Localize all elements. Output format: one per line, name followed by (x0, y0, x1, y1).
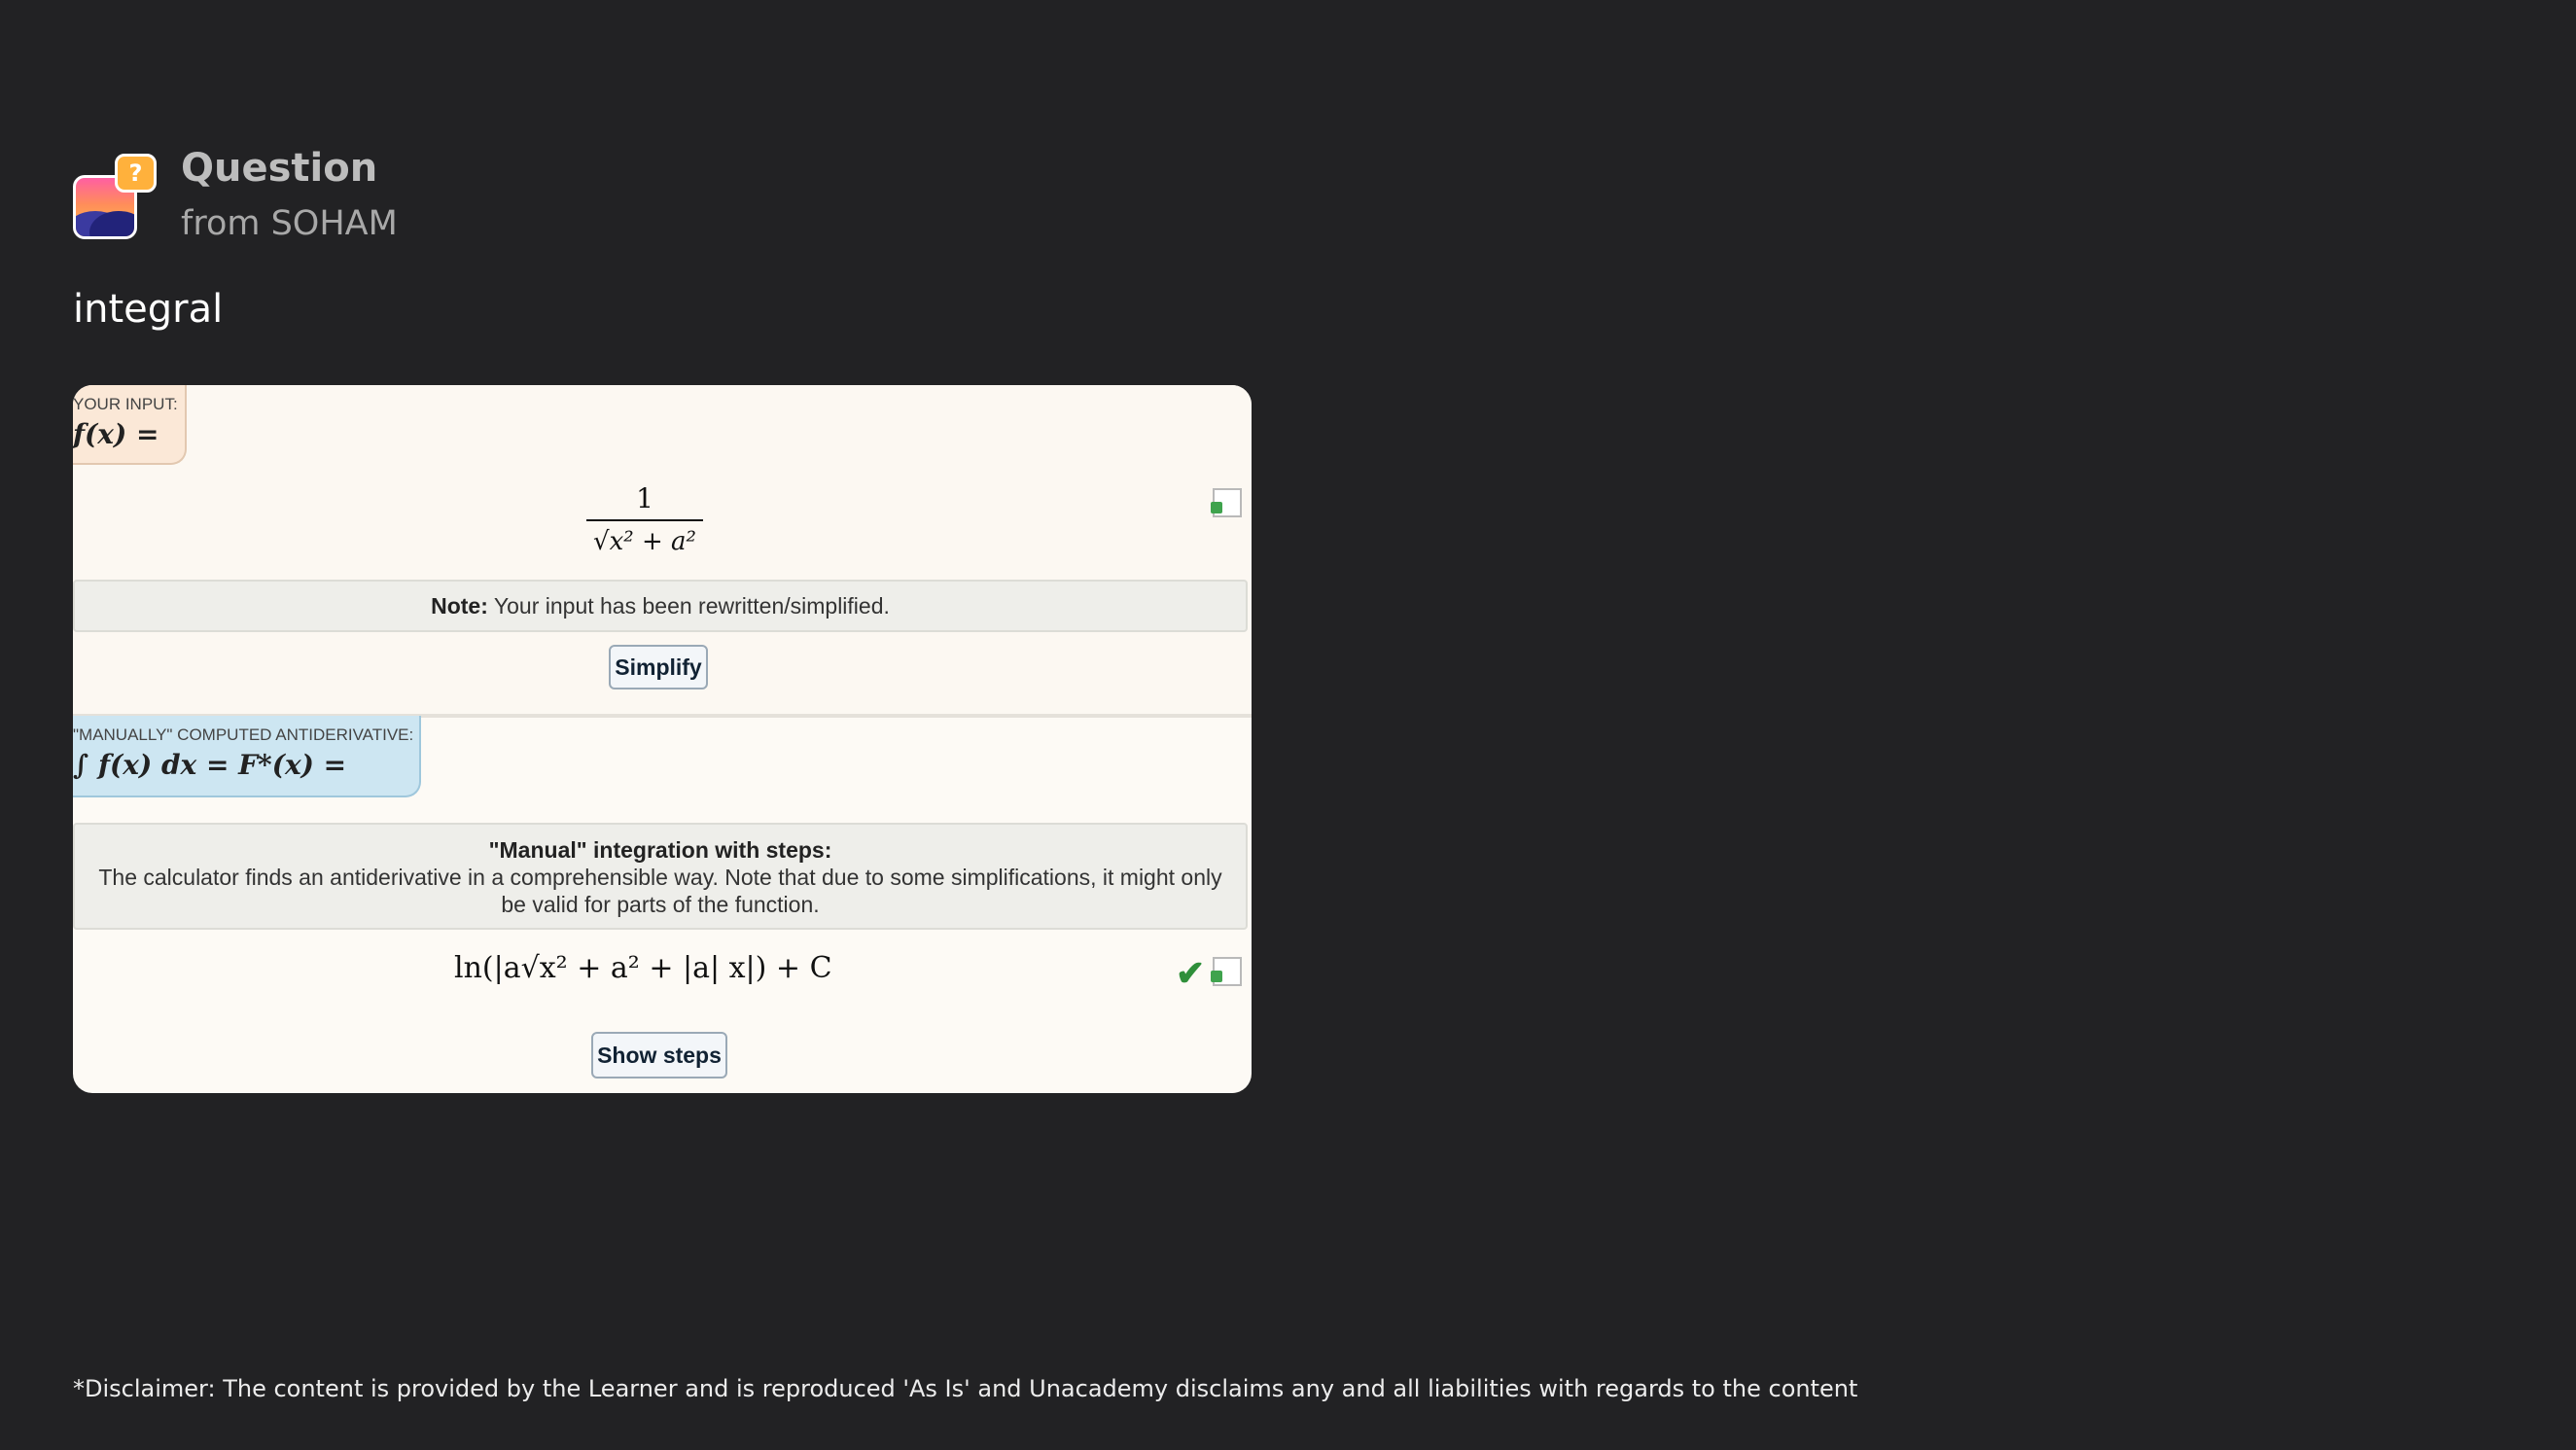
check-icon: ✔ (1176, 953, 1206, 993)
input-math: f(x) = (73, 418, 159, 450)
broken-image-icon-2[interactable] (1211, 957, 1242, 986)
input-label: YOUR INPUT: (73, 395, 178, 413)
question-badge-icon: ? (115, 154, 157, 193)
broken-image-icon[interactable] (1211, 488, 1242, 517)
note-box: Note: Your input has been rewritten/simp… (73, 580, 1248, 632)
fraction-numerator: 1 (636, 482, 653, 514)
question-text: integral (73, 287, 224, 332)
question-author: from SOHAM (181, 204, 398, 243)
antiderivative-label-box: "MANUALLY" COMPUTED ANTIDERIVATIVE: ∫ f(… (73, 716, 421, 797)
app-logo: ? (73, 154, 159, 241)
fraction-denominator: √x² + a² (593, 527, 696, 556)
result-expression: ln(|a√x² + a² + |a| x|) + C (454, 951, 832, 985)
question-title: Question (181, 146, 378, 191)
note-text: Your input has been rewritten/simplified… (493, 592, 890, 619)
fraction-bar (586, 519, 703, 521)
question-image-card: YOUR INPUT: f(x) = 1 √x² + a² Note: Your… (73, 385, 1252, 1093)
note-bold: Note: (431, 592, 488, 619)
disclaimer-text: *Disclaimer: The content is provided by … (73, 1375, 1858, 1402)
manual-integration-box: "Manual" integration with steps: The cal… (73, 823, 1248, 930)
manual-title: "Manual" integration with steps: (488, 837, 832, 863)
input-fraction: 1 √x² + a² (586, 482, 703, 558)
simplify-button[interactable]: Simplify (609, 645, 708, 690)
manual-body: The calculator finds an antiderivative i… (98, 865, 1222, 917)
input-label-box: YOUR INPUT: f(x) = (73, 385, 187, 465)
antiderivative-label: "MANUALLY" COMPUTED ANTIDERIVATIVE: (73, 725, 414, 744)
antiderivative-math: ∫ f(x) dx = F*(x) = (73, 749, 347, 781)
show-steps-button[interactable]: Show steps (591, 1032, 727, 1079)
